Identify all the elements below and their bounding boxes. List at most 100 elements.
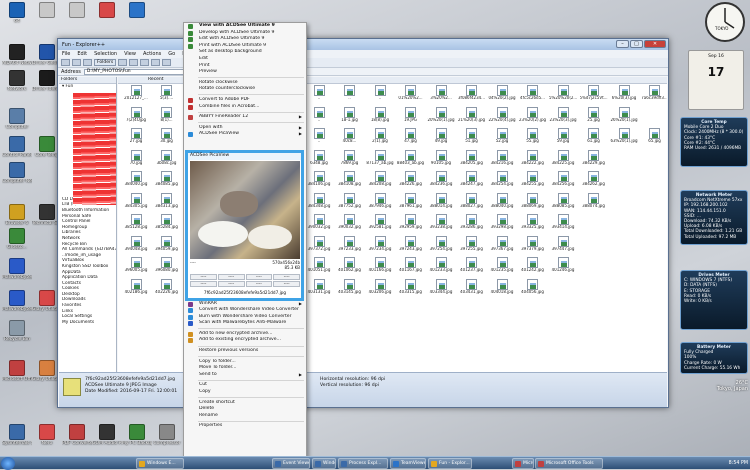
file-item[interactable]: 394059.jpg <box>153 235 181 258</box>
file-item[interactable]: 384262.jpg <box>580 171 608 193</box>
close-button[interactable]: ✕ <box>644 40 666 48</box>
desktop-icon[interactable]: GOM Audio Player <box>92 424 122 446</box>
file-item[interactable] <box>610 193 638 215</box>
file-item[interactable]: 392959.jpg <box>397 214 425 236</box>
file-item[interactable]: .. <box>305 106 333 129</box>
file-item[interactable]: 397233.jpg <box>336 235 364 258</box>
file-item[interactable]: 27.jpg <box>122 128 150 150</box>
file-item[interactable]: 387961.jpg <box>397 192 425 215</box>
file-item[interactable]: 388085.jpg <box>549 192 577 215</box>
tree-item[interactable]: My Documents <box>62 320 116 326</box>
file-item[interactable]: 18(8).jpg <box>366 106 394 129</box>
tray-clock[interactable]: 8:54 PM <box>729 457 748 470</box>
file-item[interactable]: 384226.jpg <box>397 171 425 193</box>
file-item[interactable]: 403315.jpg <box>397 278 425 301</box>
file-item[interactable]: 52.jpg <box>488 128 516 150</box>
menu-item[interactable]: Rotate clockwise <box>184 80 306 87</box>
clock-gadget[interactable]: TOKYO <box>695 0 749 48</box>
file-item[interactable]: 387752.jpg <box>336 192 364 215</box>
file-item[interactable] <box>549 279 577 301</box>
file-item[interactable]: 30.jpg <box>153 128 181 150</box>
file-item[interactable] <box>580 257 608 279</box>
start-button[interactable] <box>1 457 15 470</box>
taskbar-button[interactable]: Process Expl... <box>338 458 388 469</box>
file-item[interactable]: 5(3).... <box>153 85 181 107</box>
menu-file[interactable]: File <box>62 51 70 57</box>
file-item[interactable]: 8(1)... <box>153 106 181 129</box>
drives-meter-gadget[interactable]: Drives Meter C: WINDOWS 7 (NTFS) D: DATA (… <box>680 270 748 330</box>
file-item[interactable] <box>641 193 668 215</box>
menu-item[interactable]: Edit <box>184 56 306 63</box>
file-item[interactable]: 20%20(1).jpg <box>427 106 455 129</box>
file-item[interactable]: 397254.jpg <box>427 235 455 258</box>
taskbar-button[interactable]: TeamViewer... <box>390 458 426 469</box>
views-icon[interactable] <box>162 59 172 66</box>
file-item[interactable] <box>641 236 668 258</box>
file-item[interactable] <box>641 214 668 236</box>
file-item[interactable]: 384208.jpg <box>366 171 394 193</box>
paste-icon[interactable] <box>129 59 139 66</box>
menu-item[interactable]: Cut <box>184 382 306 389</box>
desktop-icon[interactable]: Browser 6 <box>2 204 32 226</box>
menu-view[interactable]: View <box>124 51 136 57</box>
menu-item[interactable]: Send to ▶ <box>184 372 306 379</box>
delete-icon[interactable] <box>140 59 150 66</box>
minimize-button[interactable]: – <box>616 40 629 48</box>
file-item[interactable]: 59.jpg <box>549 128 577 150</box>
file-item[interactable]: 397255.jpg <box>458 235 486 258</box>
file-item[interactable] <box>610 214 638 236</box>
menu-go[interactable]: Go <box>168 51 175 57</box>
file-item[interactable]: 404018.jpg <box>488 278 516 301</box>
desktop-icon[interactable]: AIDA64 Netwo... <box>2 44 32 66</box>
menu-item[interactable]: Scan with Malwarebytes Anti-Malware <box>184 320 306 327</box>
file-item[interactable]: 5%d7j2c5Vt... <box>580 85 608 107</box>
menu-item[interactable]: ABBYY FineReader 12 ▶ <box>184 114 306 121</box>
desktop-icon[interactable]: Control Panel <box>2 136 32 158</box>
file-item[interactable] <box>610 171 638 193</box>
file-item[interactable] <box>580 214 608 236</box>
menu-item[interactable]: Set as desktop background <box>184 49 306 56</box>
file-item[interactable] <box>641 107 668 129</box>
menu-item[interactable]: Add to new encrypted archive... <box>184 331 306 338</box>
menu-item[interactable]: Copy <box>184 389 306 396</box>
file-item[interactable]: 388027.jpg <box>458 192 486 215</box>
file-item[interactable]: 401235.jpg <box>488 257 516 279</box>
file-item[interactable] <box>641 150 668 172</box>
file-item[interactable]: 65.jpg <box>641 128 668 150</box>
menu-item[interactable]: ACDSee PicaView ▶ <box>184 131 306 138</box>
file-item[interactable]: 384254.jpg <box>488 171 516 193</box>
file-item[interactable]: 4fc5c26d5... <box>519 85 547 107</box>
file-item[interactable] <box>610 279 638 301</box>
file-item[interactable]: 18-1.jpg <box>336 106 364 129</box>
battery-meter-gadget[interactable]: Battery Meter Fully Charged 100% Charge Rat… <box>680 342 748 374</box>
file-item[interactable]: 401167.jpg <box>397 257 425 279</box>
file-item[interactable] <box>610 236 638 258</box>
file-item[interactable]: 01%20%2... <box>397 85 425 107</box>
file-item[interactable]: 393325.jpg <box>519 214 547 236</box>
file-item[interactable]: 403131.jpg <box>305 278 333 301</box>
menu-item[interactable]: Print with ACDSee Ultimate 9 <box>184 43 306 50</box>
properties-icon[interactable] <box>151 59 161 66</box>
menu-selection[interactable]: Selection <box>94 51 117 57</box>
file-item[interactable]: 88403_ab.jpg <box>397 149 425 172</box>
file-item[interactable]: 396080.jpg <box>153 257 181 279</box>
file-item[interactable]: 387946.jpg <box>366 192 394 215</box>
file-item[interactable]: 25.jpg <box>580 106 608 129</box>
file-item[interactable]: 384313.jpg <box>153 192 181 215</box>
file-item[interactable]: 403344.jpg <box>427 278 455 301</box>
file-item[interactable]: 401233.jpg <box>427 257 455 279</box>
preview-control-button[interactable]: ---- <box>273 281 300 287</box>
file-item[interactable]: 23%20(3).jpg <box>549 106 577 129</box>
file-item[interactable]: 384205.jpg <box>458 149 486 172</box>
menu-item[interactable]: Restore previous versions <box>184 348 306 355</box>
file-item[interactable]: 61.jpg <box>580 128 608 150</box>
menu-item[interactable]: Print <box>184 63 306 70</box>
file-item[interactable]: 7869.jpg <box>336 149 364 172</box>
preview-control-button[interactable]: ---- <box>217 274 245 280</box>
file-item[interactable] <box>580 236 608 258</box>
file-item[interactable]: 7(2)4Ojpg <box>122 106 150 129</box>
file-item[interactable]: 388014.jpg <box>427 192 455 215</box>
file-item[interactable]: 23%20(2).jpg <box>519 106 547 129</box>
file-item[interactable]: 390032.jpg <box>336 214 364 236</box>
file-item[interactable]: 401242.jpg <box>519 257 547 279</box>
